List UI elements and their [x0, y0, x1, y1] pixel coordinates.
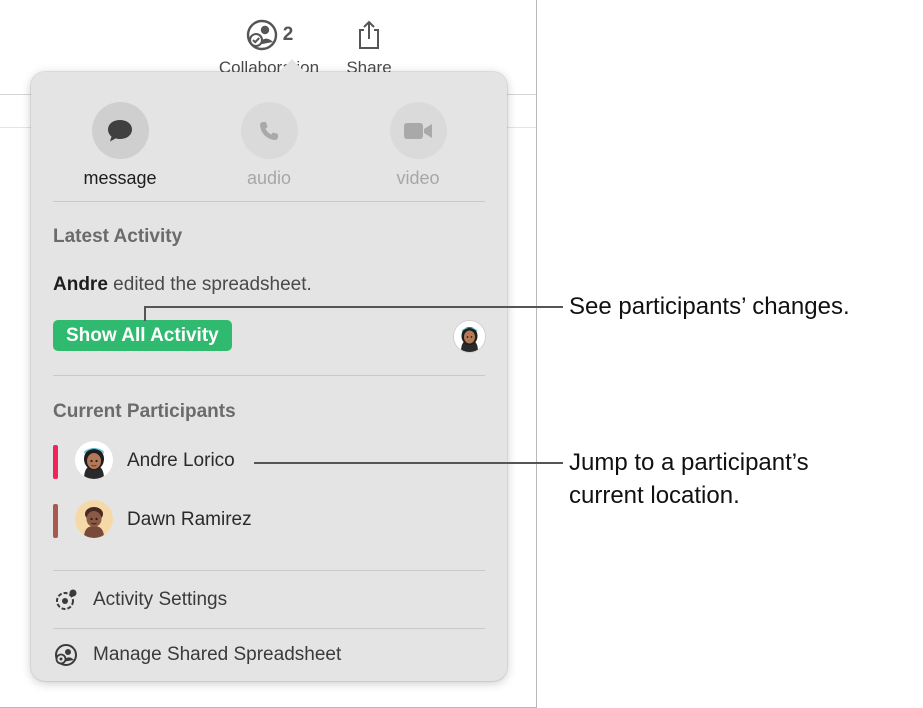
- callout-changes-text: See participants’ changes.: [569, 293, 850, 320]
- participant-dawn[interactable]: Dawn Ramirez: [53, 500, 473, 540]
- divider-middle: [53, 375, 485, 376]
- participant-andre[interactable]: Andre Lorico: [53, 441, 473, 481]
- callout-changes-vertical-line: [144, 306, 146, 321]
- phone-icon: [260, 121, 278, 140]
- callout-location-line: [254, 462, 563, 464]
- video-button[interactable]: video: [358, 102, 478, 189]
- video-camera-icon: [404, 122, 432, 139]
- activity-settings-label: Activity Settings: [93, 589, 228, 610]
- participant-name: Andre Lorico: [127, 450, 235, 471]
- share-icon: [359, 20, 379, 49]
- manage-shared-spreadsheet-item[interactable]: Manage Shared Spreadsheet: [53, 640, 483, 670]
- participant-color-bar: [53, 445, 58, 479]
- audio-label: audio: [246, 168, 292, 188]
- activity-actor: Andre: [53, 274, 108, 295]
- divider-top: [53, 201, 485, 202]
- activity-settings-icon: [56, 589, 77, 610]
- activity-avatar: [453, 320, 486, 353]
- video-label: video: [396, 168, 440, 188]
- avatar: [75, 500, 113, 538]
- participant-name: Dawn Ramirez: [127, 509, 252, 530]
- message-bubble-icon: [108, 119, 132, 141]
- avatar: [75, 441, 113, 479]
- share-button[interactable]: Share: [342, 18, 396, 78]
- manage-collaboration-icon: [55, 644, 77, 666]
- current-participants-title: Current Participants: [53, 401, 236, 422]
- callout-changes-line: [144, 306, 563, 308]
- collaboration-button[interactable]: 2 Collaboration: [212, 18, 326, 78]
- callout-location-line1: Jump to a participant’s: [569, 449, 809, 476]
- activity-description: edited the spreadsheet.: [107, 274, 312, 295]
- divider-participants: [53, 570, 485, 571]
- message-label: message: [83, 168, 157, 188]
- callout-location-line2: current location.: [569, 482, 740, 509]
- collaboration-count: 2: [282, 24, 294, 45]
- popover-arrow: [278, 59, 306, 73]
- activity-settings-item[interactable]: Activity Settings: [53, 585, 483, 615]
- communication-row: message audio video: [31, 102, 507, 192]
- divider-menu: [53, 628, 485, 629]
- participant-color-bar: [53, 504, 58, 538]
- callout-location-text: Jump to a participant’s current location…: [569, 446, 809, 512]
- collaboration-icon: [246, 19, 277, 51]
- message-button[interactable]: message: [60, 102, 180, 189]
- manage-shared-label: Manage Shared Spreadsheet: [93, 644, 342, 665]
- latest-activity-title: Latest Activity: [53, 226, 183, 247]
- show-all-activity-button[interactable]: Show All Activity: [53, 320, 232, 351]
- latest-activity-message: Andre edited the spreadsheet.: [53, 274, 312, 296]
- audio-button[interactable]: audio: [209, 102, 329, 189]
- collaboration-popover: message audio video Latest Activity Andr…: [31, 59, 507, 681]
